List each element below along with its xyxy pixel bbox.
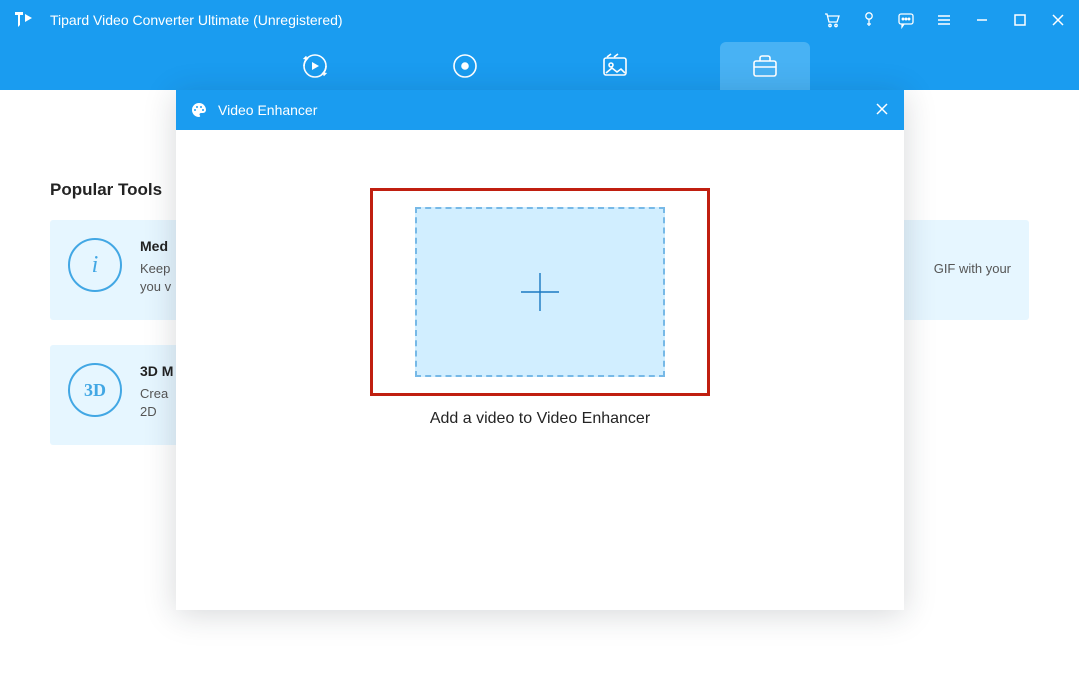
card-title <box>934 238 1011 254</box>
minimize-icon[interactable] <box>973 11 991 29</box>
tutorial-highlight <box>370 188 710 396</box>
info-icon: i <box>68 238 122 292</box>
titlebar: Tipard Video Converter Ultimate (Unregis… <box>0 0 1079 40</box>
dialog-close-icon[interactable] <box>874 101 890 120</box>
cart-icon[interactable] <box>823 11 841 29</box>
nav-mv[interactable] <box>570 42 660 90</box>
card-desc: Crea2D <box>140 385 173 421</box>
palette-icon <box>190 101 208 119</box>
app-logo-icon <box>12 8 36 32</box>
plus-icon <box>515 267 565 317</box>
main-content: Popular Tools i Med Keepyou v 3D 3D M Cr… <box>0 90 1079 700</box>
dialog-header: Video Enhancer <box>176 90 904 130</box>
window-title: Tipard Video Converter Ultimate (Unregis… <box>50 12 823 28</box>
maximize-icon[interactable] <box>1011 11 1029 29</box>
three-d-icon: 3D <box>68 363 122 417</box>
nav-toolbox[interactable] <box>720 42 810 90</box>
navbar <box>0 40 1079 90</box>
dialog-body: Add a video to Video Enhancer <box>176 130 904 610</box>
card-desc: GIF with your <box>934 260 1011 278</box>
key-icon[interactable] <box>861 11 877 29</box>
video-enhancer-dialog: Video Enhancer Add a video to Video Enha… <box>176 90 904 610</box>
nav-ripper[interactable] <box>420 42 510 90</box>
feedback-icon[interactable] <box>897 11 915 29</box>
nav-converter[interactable] <box>270 42 360 90</box>
dialog-title: Video Enhancer <box>218 102 874 118</box>
card-desc: Keepyou v <box>140 260 171 296</box>
titlebar-controls <box>823 11 1067 29</box>
dropzone-caption: Add a video to Video Enhancer <box>430 410 650 428</box>
menu-icon[interactable] <box>935 11 953 29</box>
card-title: 3D M <box>140 363 173 379</box>
card-title: Med <box>140 238 171 254</box>
close-icon[interactable] <box>1049 11 1067 29</box>
section-title: Popular Tools <box>50 180 162 200</box>
add-video-dropzone[interactable] <box>415 207 665 377</box>
